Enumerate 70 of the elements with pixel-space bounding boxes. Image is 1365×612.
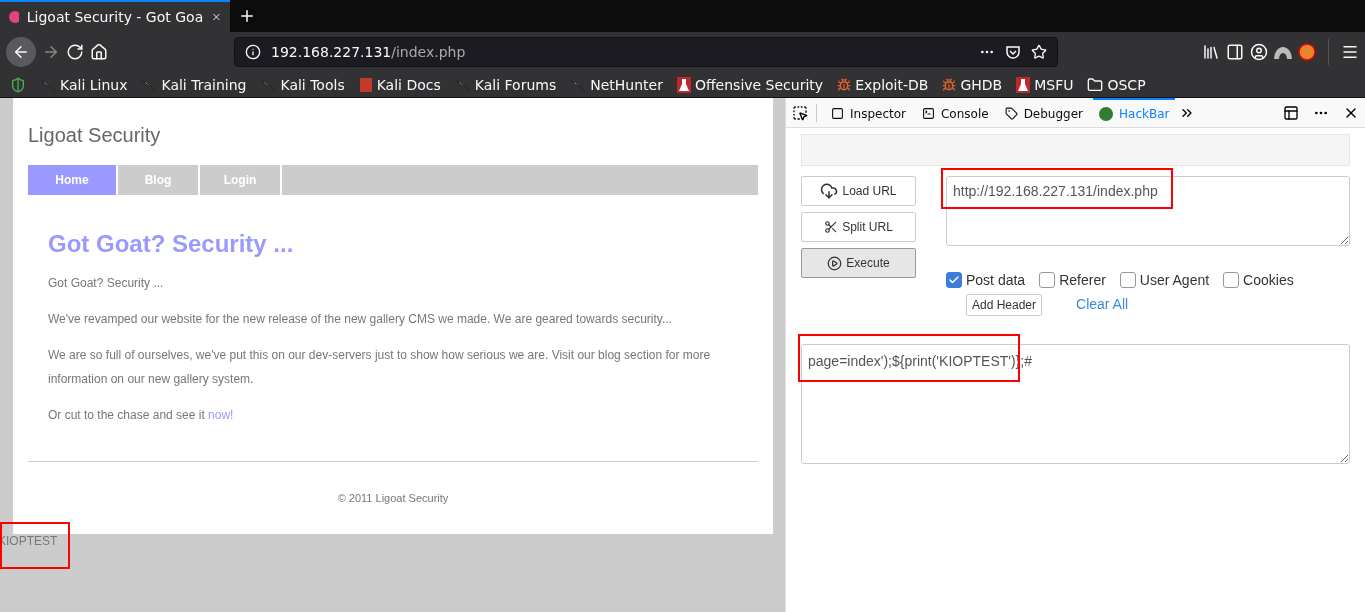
checkmark-icon xyxy=(948,274,960,286)
url-text: 192.168.227.131/index.php xyxy=(271,44,467,60)
option-checkbox[interactable]: Referer xyxy=(1039,272,1106,288)
flask-icon xyxy=(1016,76,1031,93)
menu-icon[interactable] xyxy=(1341,43,1359,61)
library-icon[interactable] xyxy=(1202,43,1220,61)
highlight-box xyxy=(0,522,70,569)
back-icon[interactable] xyxy=(6,37,36,67)
checkbox[interactable] xyxy=(1119,272,1136,288)
paragraph: We've revamped our website for the new release of the new gallery CMS we made. We are geared towards security... xyxy=(48,311,673,328)
devtools-tab[interactable]: Console xyxy=(916,97,995,128)
shield-icon[interactable] xyxy=(10,76,26,93)
paragraph: Got Goat? Security ... xyxy=(48,275,165,292)
picker-icon[interactable] xyxy=(792,104,808,121)
checkbox[interactable] xyxy=(946,272,962,288)
hackbar-button[interactable]: Execute xyxy=(801,248,916,278)
bookmark[interactable]: NetHunter xyxy=(570,76,663,93)
bug-icon xyxy=(942,77,957,92)
footer-text: © 2011 Ligoat Security xyxy=(336,492,450,504)
pocket-icon[interactable] xyxy=(1005,44,1021,60)
option-checkbox[interactable]: User Agent xyxy=(1119,272,1210,288)
play-icon xyxy=(827,255,843,271)
dock-icon[interactable] xyxy=(1283,104,1299,121)
bookmark[interactable]: Offensive Security xyxy=(676,76,824,93)
home-icon[interactable] xyxy=(90,43,108,61)
bookmark[interactable]: Kali Training xyxy=(141,76,247,93)
console-icon xyxy=(922,107,935,120)
option-checkbox[interactable]: Cookies xyxy=(1223,272,1294,288)
inspector-icon xyxy=(831,107,844,120)
flask-icon xyxy=(676,76,691,93)
option-checkbox[interactable]: Post data xyxy=(946,272,1026,288)
debugger-icon xyxy=(1004,107,1018,120)
bug-icon xyxy=(837,77,852,92)
bookmark[interactable]: GHDB xyxy=(942,76,1003,93)
paragraph: We are so full of ourselves, we've put this on our dev-servers just to show how serious we are. Visit our blog section for more information on our new gallery system. xyxy=(48,347,712,388)
devtools-tab[interactable]: Debugger xyxy=(998,97,1090,128)
new-tab-icon[interactable] xyxy=(238,7,256,25)
devtools-tab[interactable]: HackBar xyxy=(1093,97,1176,128)
info-icon xyxy=(245,44,261,60)
checkbox[interactable] xyxy=(1223,272,1240,288)
page-heading: Got Goat? Security ... xyxy=(48,229,295,259)
arch-icon[interactable] xyxy=(1274,45,1292,59)
paragraph: Or cut to the chase and see it now! xyxy=(48,407,235,424)
add-header-button[interactable]: Add Header xyxy=(966,294,1043,316)
folder-icon xyxy=(1087,76,1104,93)
hackbar-button[interactable]: Load URL xyxy=(801,176,916,206)
cloud-download-icon xyxy=(820,182,839,200)
ball-icon xyxy=(1099,106,1114,121)
browser-tab[interactable]: Ligoat Security - Got Goa xyxy=(0,0,230,32)
address-bar[interactable]: 192.168.227.131/index.php xyxy=(234,37,1058,67)
bookmark[interactable]: Exploit-DB xyxy=(837,76,929,93)
url-field[interactable]: http://192.168.227.131/index.php xyxy=(946,176,1350,246)
reload-icon[interactable] xyxy=(66,43,84,61)
checkbox[interactable] xyxy=(1039,272,1056,288)
bookmark[interactable]: Kali Linux xyxy=(40,76,128,93)
site-title: Ligoat Security xyxy=(28,124,162,147)
bookmark[interactable]: MSFU xyxy=(1016,76,1074,93)
hackbar-button[interactable]: Split URL xyxy=(801,212,916,242)
account-icon[interactable] xyxy=(1250,43,1268,61)
forward-icon[interactable] xyxy=(42,43,60,61)
sidebar-icon[interactable] xyxy=(1226,43,1244,61)
bookmark[interactable]: Kali Tools xyxy=(260,76,345,93)
tab-title: Ligoat Security - Got Goa xyxy=(26,9,204,25)
bookmark[interactable]: OSCP xyxy=(1087,76,1146,93)
bookmark[interactable]: Kali Forums xyxy=(454,76,557,93)
devtools-tab[interactable]: Inspector xyxy=(825,97,912,128)
clear-all-link[interactable]: Clear All xyxy=(1076,296,1129,316)
scissors-icon xyxy=(824,220,839,234)
star-icon[interactable] xyxy=(1031,44,1047,60)
bookmark[interactable]: Kali Docs xyxy=(358,76,441,93)
